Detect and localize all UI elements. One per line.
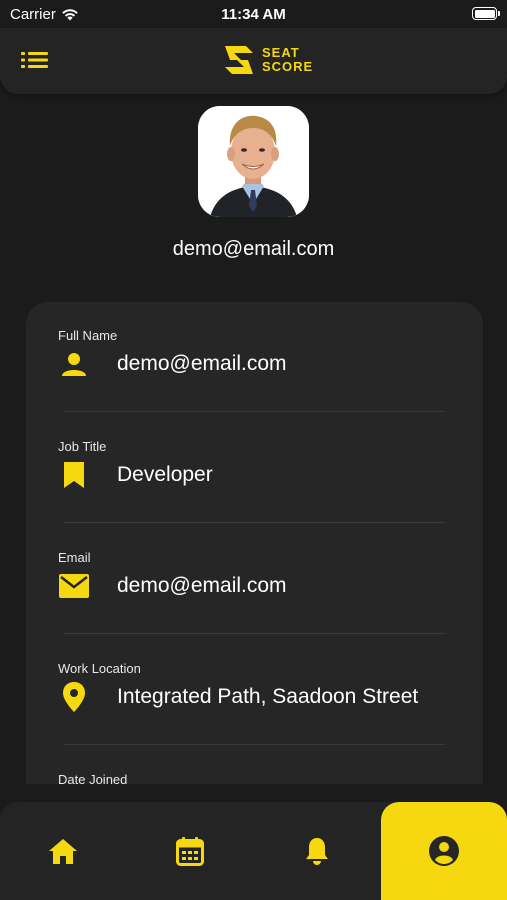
field-label: Job Title (58, 439, 107, 454)
profile-photo (198, 106, 309, 217)
field-value: Integrated Path, Saadoon Street (117, 685, 419, 708)
field-value: demo@email.com (117, 352, 287, 375)
divider (64, 411, 445, 412)
profile-info-card: Full Name demo@email.com Job Title Devel… (26, 302, 483, 784)
logo-line-score: SCORE (262, 59, 314, 74)
nav-profile[interactable] (381, 802, 507, 900)
logo-text: SEAT SCORE (262, 46, 313, 74)
nav-notifications[interactable] (254, 802, 380, 900)
battery-icon (472, 7, 500, 20)
app-header: SEAT SCORE (0, 28, 507, 94)
divider (64, 633, 445, 634)
field-label: Date Joined (58, 772, 128, 784)
nav-calendar[interactable] (127, 802, 253, 900)
location-pin-icon (58, 681, 90, 713)
field-label: Work Location (58, 661, 141, 676)
home-icon (49, 839, 77, 864)
seat-score-logo: SEAT SCORE (222, 42, 313, 78)
field-value: demo@email.com (117, 574, 287, 597)
status-bar: Carrier 11:34 AM (0, 0, 507, 30)
person-icon (58, 348, 90, 380)
menu-button[interactable] (20, 49, 50, 71)
field-label: Full Name (58, 328, 118, 343)
mail-icon (58, 570, 90, 602)
logo-line-seat: SEAT (262, 45, 300, 60)
profile-email: demo@email.com (172, 238, 335, 260)
logo-mark-icon (225, 46, 253, 74)
field-value: Developer (117, 463, 213, 486)
status-time: 11:34 AM (221, 6, 286, 23)
bottom-nav (0, 802, 507, 900)
profile-icon (429, 836, 459, 866)
field-label: Email (58, 550, 91, 565)
avatar[interactable] (198, 106, 309, 217)
bookmark-icon (58, 459, 90, 491)
list-menu-icon (21, 52, 48, 68)
divider (64, 522, 445, 523)
bell-icon (306, 838, 328, 865)
nav-home[interactable] (0, 802, 126, 900)
divider (64, 744, 445, 745)
calendar-icon (176, 837, 204, 866)
